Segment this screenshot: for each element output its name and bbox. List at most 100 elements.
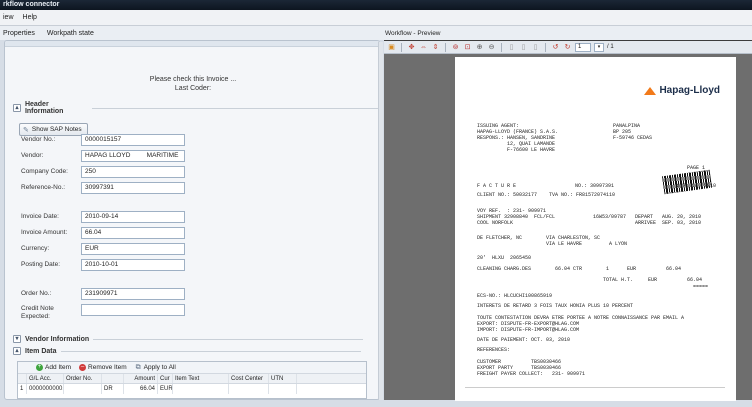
vendor-no-label: Vendor No.:	[21, 136, 56, 143]
previous-page-icon[interactable]: ▯	[519, 43, 528, 52]
minus-icon: –	[79, 364, 87, 371]
section-divider	[60, 350, 361, 352]
remove-item-button[interactable]: – Remove Item	[79, 364, 127, 371]
show-sap-notes-label: Show SAP Notes	[31, 126, 82, 133]
reference-no-label: Reference-No.:	[21, 184, 66, 191]
col-item-text[interactable]: Item Text	[173, 374, 229, 383]
cell-gl-acc[interactable]: 0000000000...	[27, 384, 64, 394]
window-title: rkflow connector	[0, 0, 752, 10]
header-information-section[interactable]: ▴ Header Information	[13, 101, 379, 115]
table-row[interactable]: 1 0000000000... DR 66.04 EUR	[18, 384, 366, 394]
voyage-dates: 16W53/09787 DEPART AUG. 20, 2010 ARRIVEE…	[593, 214, 702, 226]
cell-order-no[interactable]	[64, 384, 102, 394]
cell-debit-credit[interactable]: DR	[102, 384, 124, 394]
page-mark: PAGE 1	[687, 165, 706, 171]
ecs-line: ECS-NO.: HLCUCHI100865919	[477, 293, 553, 299]
page-number-input[interactable]: 1	[575, 42, 591, 52]
collapse-icon[interactable]: ▴	[13, 347, 21, 355]
pan-icon[interactable]: ✥	[407, 43, 416, 52]
section-title: Item Data	[25, 347, 57, 355]
tab-bar: Properties Workpath state Workflow - Pre…	[0, 26, 752, 40]
vendor-field[interactable]: HAPAG LLOYD MARITIME	[81, 150, 185, 162]
section-divider	[92, 107, 379, 109]
invoice-number: NO.: 30997391	[575, 183, 615, 189]
menu-bar: iew Help	[0, 10, 752, 26]
order-no-label: Order No.:	[21, 290, 52, 297]
currency-field[interactable]: EUR	[81, 243, 185, 255]
addressee-block: PANALPINA BP 205 F-59746 CEDAS	[613, 123, 653, 141]
toolbar-separator	[445, 42, 446, 52]
zoom-reset-icon[interactable]: ⊚	[451, 43, 460, 52]
menu-help[interactable]: Help	[23, 14, 37, 21]
page-select-dropdown[interactable]: ▾	[594, 42, 604, 52]
plus-icon: +	[36, 364, 43, 371]
cell-utn[interactable]	[269, 384, 297, 394]
first-page-icon[interactable]: ▯	[507, 43, 516, 52]
col-amount[interactable]: Amount	[124, 374, 158, 383]
credit-note-expected-label: Expected:	[21, 313, 50, 320]
interest-line: INTERETS DE RETARD 3 FOIS TAUX HONIA PLU…	[477, 303, 634, 309]
total-line: TOTAL H.T. EUR 66.04	[603, 277, 703, 283]
next-page-icon[interactable]: ▯	[531, 43, 540, 52]
document-footer	[465, 387, 725, 395]
col-order-no[interactable]: Order No.	[64, 374, 102, 383]
company-code-field[interactable]: 250	[81, 166, 185, 178]
company-code-label: Company Code:	[21, 168, 68, 175]
panel-scrollbar[interactable]	[378, 42, 383, 400]
move-icon[interactable]: ⇔	[419, 43, 428, 52]
invoice-amount-field[interactable]: 66.04	[81, 227, 185, 239]
col-utn[interactable]: UTN	[269, 374, 297, 383]
item-grid: + Add Item – Remove Item ⧉ Apply to All …	[17, 361, 367, 399]
payment-date-line: DATE DE PAIEMENT: OCT. 03, 2010	[477, 337, 571, 343]
move-vertical-icon[interactable]: ⇕	[431, 43, 440, 52]
col-debit-credit[interactable]	[102, 374, 124, 383]
show-sap-notes-button[interactable]: ✎ Show SAP Notes	[19, 123, 88, 136]
col-gl-acc[interactable]: G/L Acc.	[27, 374, 64, 383]
collapse-icon[interactable]: ▴	[13, 104, 21, 112]
posting-date-field[interactable]: 2010-10-01	[81, 259, 185, 271]
charge-line: CLEANING CHARG.DES 66.04 CTR 1 EUR 66.04	[477, 266, 682, 272]
reference-no-field[interactable]: 30997391	[81, 182, 185, 194]
notice: Please check this Invoice ... Last Coder…	[105, 75, 281, 93]
expand-icon[interactable]: ▾	[13, 335, 21, 343]
zoom-area-icon[interactable]: ⊡	[463, 43, 472, 52]
currency-label: Currency:	[21, 245, 50, 252]
issuing-agent-block: ISSUING AGENT: HAPAG-LLOYD (FRANCE) S.A.…	[477, 123, 559, 153]
cell-amount[interactable]: 66.04	[124, 384, 158, 394]
total-underline: =====	[693, 284, 709, 290]
tab-workflow-preview[interactable]: Workflow - Preview	[380, 30, 441, 37]
workflow-preview-panel: ▣ ✥ ⇔ ⇕ ⊚ ⊡ ⊕ ⊖ ▯ ▯ ▯ ↺ ↻ 1 ▾ / 1 Hapag-…	[384, 40, 752, 401]
item-data-section[interactable]: ▴ Item Data	[13, 347, 361, 355]
cell-item-text[interactable]	[173, 384, 229, 394]
save-icon[interactable]: ▣	[387, 43, 396, 52]
col-cost-center[interactable]: Cost Center	[229, 374, 269, 383]
cell-cost-center[interactable]	[229, 384, 269, 394]
voyage-block: VOY REF. : 231- 909971 SHIPMENT 32908840…	[477, 208, 556, 226]
vendor-no-field[interactable]: 0000015157	[81, 134, 185, 146]
add-item-button[interactable]: + Add Item	[36, 364, 71, 371]
zoom-out-icon[interactable]: ⊖	[487, 43, 496, 52]
vendor-information-section[interactable]: ▾ Vendor Information	[13, 335, 364, 343]
tab-workpath-state[interactable]: Workpath state	[47, 30, 94, 37]
item-grid-toolbar: + Add Item – Remove Item ⧉ Apply to All	[18, 362, 366, 374]
rotate-right-icon[interactable]: ↻	[563, 43, 572, 52]
menu-view[interactable]: iew	[3, 14, 14, 21]
item-grid-header: G/L Acc. Order No. Amount Cur Item Text …	[18, 374, 366, 384]
tab-properties[interactable]: Properties	[3, 30, 35, 37]
add-item-label: Add Item	[45, 364, 72, 371]
notice-line-1: Please check this Invoice ...	[149, 76, 237, 83]
facture-title: F A C T U R E	[477, 183, 517, 189]
credit-note-expected-field[interactable]	[81, 304, 185, 316]
references-block: REFERENCES: CUSTOMER TBS0030466 EXPORT P…	[477, 347, 586, 377]
barcode	[661, 169, 713, 195]
rotate-left-icon[interactable]: ↺	[551, 43, 560, 52]
section-title: Vendor Information	[25, 335, 90, 343]
remove-item-label: Remove Item	[88, 364, 127, 371]
zoom-in-icon[interactable]: ⊕	[475, 43, 484, 52]
invoice-date-field[interactable]: 2010-09-14	[81, 211, 185, 223]
order-no-field[interactable]: 231909971	[81, 288, 185, 300]
cell-currency[interactable]: EUR	[158, 384, 173, 394]
col-currency[interactable]: Cur	[158, 374, 173, 383]
toolbar-separator	[545, 42, 546, 52]
apply-to-all-button[interactable]: ⧉ Apply to All	[135, 364, 176, 371]
